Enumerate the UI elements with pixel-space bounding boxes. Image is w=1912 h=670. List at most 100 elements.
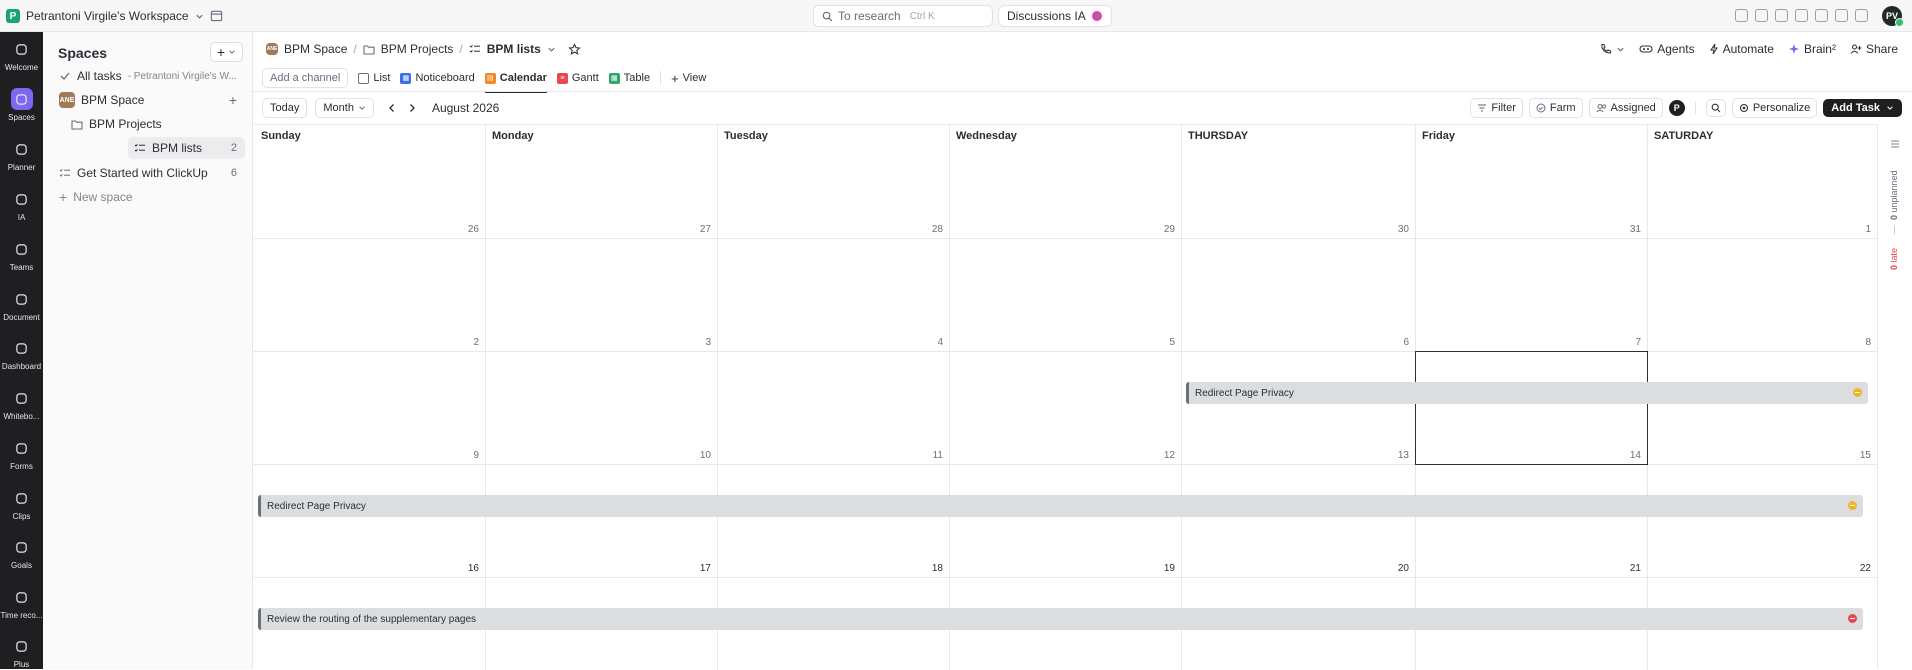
rail-item-9[interactable]: Forms xyxy=(0,437,43,471)
rail-item-1[interactable]: Welcome xyxy=(0,38,43,72)
day-number[interactable]: 3 xyxy=(681,337,711,348)
rail-item-8[interactable]: Whitebo... xyxy=(0,387,43,421)
add-task-button[interactable]: Add Task xyxy=(1823,99,1902,117)
create-button[interactable]: + xyxy=(210,42,243,62)
tab-table[interactable]: ▦ Table xyxy=(608,67,651,89)
apps-icon[interactable] xyxy=(1855,9,1868,22)
automate-button[interactable]: Automate xyxy=(1709,42,1774,56)
unplanned-tab[interactable]: 0 unplanned xyxy=(1889,160,1899,220)
day-number[interactable]: 2 xyxy=(449,337,479,348)
filter-button[interactable]: Filter xyxy=(1470,98,1523,118)
day-number[interactable]: 9 xyxy=(449,450,479,461)
tab-calendar[interactable]: ▤ Calendar xyxy=(484,67,547,93)
call-button[interactable] xyxy=(1600,43,1625,55)
sidebar-item-bpm-lists[interactable]: BPM lists 2 xyxy=(128,137,245,159)
day-number[interactable]: 22 xyxy=(1841,563,1871,574)
day-number[interactable]: 28 xyxy=(913,224,943,235)
day-number[interactable]: 30 xyxy=(1379,224,1409,235)
tab-gantt[interactable]: ≡ Gantt xyxy=(556,67,599,89)
rail-item-6[interactable]: Document xyxy=(0,288,43,322)
search-input[interactable]: To research Ctrl K xyxy=(813,5,993,27)
phone-icon xyxy=(1601,44,1612,54)
rail-item-4[interactable]: IA xyxy=(0,188,43,222)
status-icon[interactable] xyxy=(1848,501,1857,510)
discussions-ai-button[interactable]: Discussions IA xyxy=(998,5,1112,27)
notes-icon[interactable] xyxy=(1815,9,1828,22)
video-icon[interactable] xyxy=(1775,9,1788,22)
tab-list[interactable]: List xyxy=(358,67,390,89)
late-tab[interactable]: 0 late xyxy=(1889,240,1899,270)
day-number[interactable]: 31 xyxy=(1611,224,1641,235)
personalize-button[interactable]: Personalize xyxy=(1731,98,1818,118)
calendar-event[interactable]: Redirect Page Privacy xyxy=(258,495,1863,517)
breadcrumb-space[interactable]: BPM Space xyxy=(284,42,347,56)
rail-item-12[interactable]: Time reco... xyxy=(0,586,43,620)
sidebar-item-bpm-projects[interactable]: BPM Projects xyxy=(51,113,245,135)
star-icon[interactable] xyxy=(568,42,581,56)
rail-item-3[interactable]: Planner xyxy=(0,138,43,172)
day-number[interactable]: 27 xyxy=(681,224,711,235)
collapse-panel-icon[interactable] xyxy=(1889,138,1901,150)
rail-item-5[interactable]: Teams xyxy=(0,238,43,272)
day-number[interactable]: 8 xyxy=(1841,337,1871,348)
user-filter-avatar[interactable]: P xyxy=(1668,100,1685,116)
rail-item-7[interactable]: Dashboard xyxy=(0,337,43,371)
chevron-left-icon[interactable] xyxy=(386,102,398,114)
sidebar-item-get-started[interactable]: Get Started with ClickUp 6 xyxy=(51,162,245,184)
chevron-down-icon[interactable] xyxy=(547,45,556,54)
calendar-small-icon[interactable] xyxy=(1835,9,1848,22)
day-number[interactable]: 7 xyxy=(1611,337,1641,348)
chevron-right-icon[interactable] xyxy=(406,102,418,114)
day-number[interactable]: 13 xyxy=(1379,450,1409,461)
day-number[interactable]: 1 xyxy=(1841,224,1871,235)
divider xyxy=(660,71,662,85)
farm-button[interactable]: Farm xyxy=(1528,98,1583,118)
agents-button[interactable]: Agents xyxy=(1639,42,1695,56)
day-number[interactable]: 11 xyxy=(913,450,943,461)
check-circle-icon[interactable] xyxy=(1735,9,1748,22)
rail-item-13[interactable]: Plus xyxy=(0,635,43,669)
rail-item-10[interactable]: Clips xyxy=(0,487,43,521)
breadcrumb-folder[interactable]: BPM Projects xyxy=(381,42,454,56)
today-button[interactable]: Today xyxy=(262,98,308,118)
add-to-space-button[interactable]: + xyxy=(229,92,237,108)
view-mode-select[interactable]: Month xyxy=(315,98,374,118)
sidebar-item-all-tasks[interactable]: All tasks - Petrantoni Virgile's W... xyxy=(51,65,245,87)
sidebar-item-bpm-space[interactable]: ANE BPM Space + xyxy=(51,89,245,111)
day-number[interactable]: 20 xyxy=(1379,563,1409,574)
add-channel-button[interactable]: Add a channel xyxy=(262,68,349,88)
user-avatar[interactable]: PV xyxy=(1882,6,1904,27)
calendar-event[interactable]: Redirect Page Privacy xyxy=(1186,382,1868,404)
assigned-button[interactable]: Assigned xyxy=(1588,98,1663,118)
day-number[interactable]: 4 xyxy=(913,337,943,348)
day-number[interactable]: 16 xyxy=(449,563,479,574)
sidebar-item-new-space[interactable]: + New space xyxy=(51,186,245,208)
brain-button[interactable]: Brain² xyxy=(1788,42,1836,56)
day-number[interactable]: 6 xyxy=(1379,337,1409,348)
day-number[interactable]: 26 xyxy=(449,224,479,235)
day-number[interactable]: 29 xyxy=(1145,224,1175,235)
rail-item-11[interactable]: Goals xyxy=(0,536,43,570)
calendar-icon[interactable] xyxy=(210,9,223,22)
day-number[interactable]: 19 xyxy=(1145,563,1175,574)
status-icon[interactable] xyxy=(1853,388,1862,397)
workspace-switcher[interactable]: P Petrantoni Virgile's Workspace xyxy=(6,6,204,26)
search-button[interactable] xyxy=(1705,99,1726,117)
day-number[interactable]: 10 xyxy=(681,450,711,461)
day-number[interactable]: 21 xyxy=(1611,563,1641,574)
tab-noticeboard[interactable]: ▦ Noticeboard xyxy=(400,67,475,89)
day-number[interactable]: 15 xyxy=(1841,450,1871,461)
calendar-event[interactable]: Review the routing of the supplementary … xyxy=(258,608,1863,630)
day-number[interactable]: 18 xyxy=(913,563,943,574)
breadcrumb-list[interactable]: BPM lists xyxy=(487,42,541,56)
share-button[interactable]: Share xyxy=(1850,42,1898,56)
rail-item-2[interactable]: Spaces xyxy=(0,88,43,122)
day-number[interactable]: 12 xyxy=(1145,450,1175,461)
day-number[interactable]: 17 xyxy=(681,563,711,574)
microphone-icon[interactable] xyxy=(1795,9,1808,22)
day-number[interactable]: 5 xyxy=(1145,337,1175,348)
tab-table-label: Table xyxy=(623,72,651,84)
settings-icon[interactable] xyxy=(1755,9,1768,22)
status-icon[interactable] xyxy=(1848,614,1857,623)
add-view-button[interactable]: + View xyxy=(671,67,706,89)
